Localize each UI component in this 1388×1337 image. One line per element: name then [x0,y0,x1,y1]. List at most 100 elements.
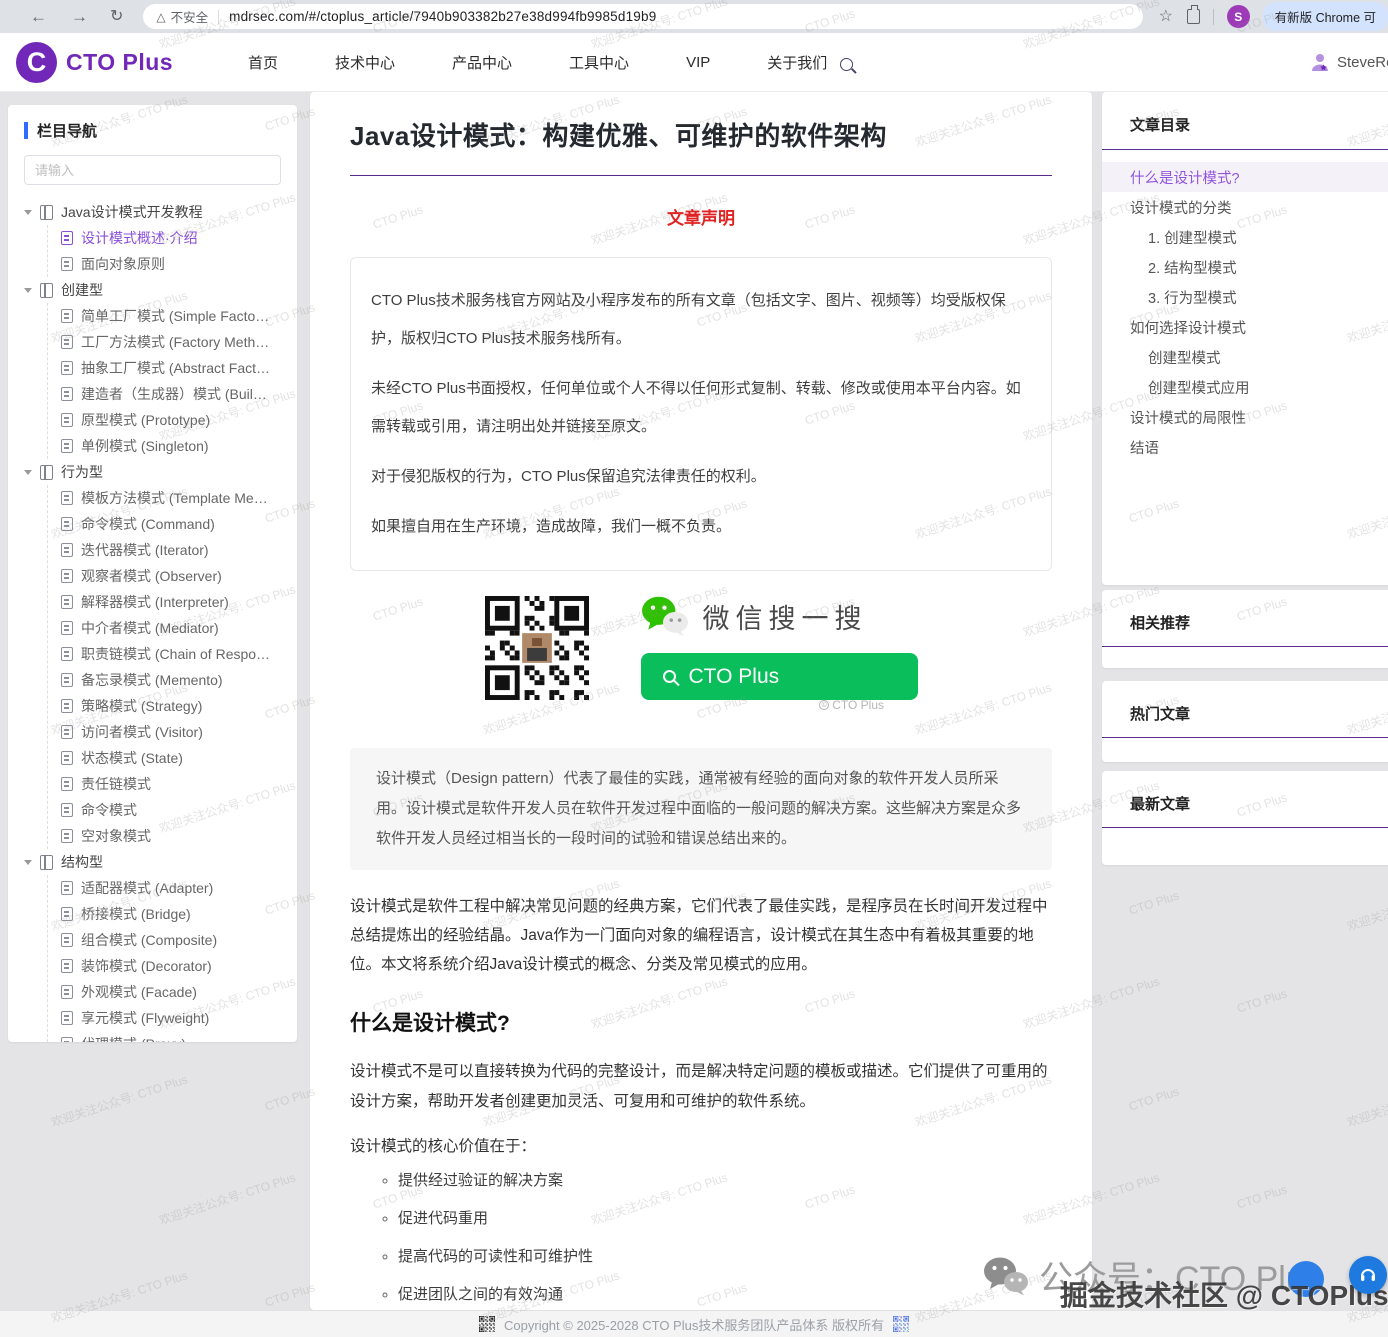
bookmark-star-icon[interactable]: ☆ [1159,9,1173,25]
reload-icon[interactable]: ↻ [110,9,123,25]
watermark-text: CTO Plus [263,1084,317,1113]
declaration-paragraph: 如果擅自用在生产环境，造成故障，我们一概不负责。 [371,508,1031,546]
tree-item[interactable]: 空对象模式 [61,823,289,849]
headset-icon [1358,1265,1378,1285]
divider [218,10,219,24]
tree-item[interactable]: 状态模式 (State) [61,745,289,771]
tree-item[interactable]: 责任链模式 [61,771,289,797]
tree-item[interactable]: 设计模式概述·介绍 [61,225,289,251]
document-icon [61,907,73,921]
toc-item[interactable]: 创建型模式应用 [1102,372,1388,402]
document-icon [61,595,73,609]
tree-item[interactable]: 职责链模式 (Chain of Respo… [61,641,289,667]
nav-item-关于我们[interactable]: 关于我们 [767,52,827,73]
tree-category[interactable]: 结构型 [20,849,289,875]
tree-item[interactable]: 中介者模式 (Mediator) [61,615,289,641]
nav-item-首页[interactable]: 首页 [248,52,278,73]
tree-item[interactable]: 观察者模式 (Observer) [61,563,289,589]
tree-item-label: 命令模式 (Command) [81,514,215,534]
document-icon [61,933,73,947]
tree-item[interactable]: 模板方法模式 (Template Me… [61,485,289,511]
site-logo[interactable]: C CTO Plus [16,42,173,83]
tree-category[interactable]: Java设计模式开发教程 [20,199,289,225]
support-button[interactable] [1349,1256,1387,1294]
tree-category[interactable]: 行为型 [20,459,289,485]
toc-item[interactable]: 3. 行为型模式 [1102,282,1388,312]
main-nav: 首页 技术中心 产品中心 工具中心 VIP 关于我们 [248,33,827,91]
tree-item[interactable]: 工厂方法模式 (Factory Meth… [61,329,289,355]
tree-item-label: 单例模式 (Singleton) [81,436,209,456]
toc-item[interactable]: 1. 创建型模式 [1102,222,1388,252]
tree-item-label: 原型模式 (Prototype) [81,410,210,430]
tree-item[interactable]: 访问者模式 (Visitor) [61,719,289,745]
tree-item[interactable]: 迭代器模式 (Iterator) [61,537,289,563]
nav-item-VIP[interactable]: VIP [686,54,710,71]
tree-item[interactable]: 抽象工厂模式 (Abstract Fact… [61,355,289,381]
tree-item[interactable]: 外观模式 (Facade) [61,979,289,1005]
side-card-title: 最新文章 [1102,793,1388,814]
nav-item-产品中心[interactable]: 产品中心 [452,52,512,73]
tree-item[interactable]: 桥接模式 (Bridge) [61,901,289,927]
watermark-text: 欢迎关注公众号: CTO Plus [49,1070,190,1130]
tree-item-label: 简单工厂模式 (Simple Facto… [81,306,269,326]
tree-item[interactable]: 面向对象原则 [61,251,289,277]
tree-item[interactable]: 组合模式 (Composite) [61,927,289,953]
tree-item[interactable]: 简单工厂模式 (Simple Facto… [61,303,289,329]
tree-item[interactable]: 代理模式 (Proxy) [61,1031,289,1042]
document-icon [61,1011,73,1025]
tree-category[interactable]: 创建型 [20,277,289,303]
tree-item[interactable]: 原型模式 (Prototype) [61,407,289,433]
core-value-item: 提高代码的可读性和可维护性 [398,1244,1052,1270]
document-icon [61,725,73,739]
toc-item[interactable]: 结语 [1102,432,1388,462]
forward-icon[interactable]: → [71,8,88,25]
footer-qr-icon [479,1316,495,1332]
tree-item[interactable]: 享元模式 (Flyweight) [61,1005,289,1031]
nav-item-技术中心[interactable]: 技术中心 [335,52,395,73]
tree-item[interactable]: 建造者（生成器）模式 (Buil… [61,381,289,407]
search-icon[interactable] [840,58,853,71]
tree-item[interactable]: 命令模式 (Command) [61,511,289,537]
tree-item-label: 外观模式 (Facade) [81,982,197,1002]
tree-category-label: 结构型 [61,852,103,872]
tree-item[interactable]: 解释器模式 (Interpreter) [61,589,289,615]
toc-item[interactable]: 设计模式的局限性 [1102,402,1388,432]
tree-item[interactable]: 备忘录模式 (Memento) [61,667,289,693]
tree-item[interactable]: 命令模式 [61,797,289,823]
sidebar-search-input[interactable] [24,155,281,185]
side-card-热门文章: 热门文章 [1102,681,1388,762]
chevron-down-icon [24,210,32,215]
site-header: C CTO Plus 首页 技术中心 产品中心 工具中心 VIP 关于我们 SteveRo… [0,33,1388,92]
user-menu[interactable]: SteveRoc [1309,33,1388,91]
watermark-text: CTO Plus [263,1280,317,1309]
toc-item[interactable]: 2. 结构型模式 [1102,252,1388,282]
nav-item-工具中心[interactable]: 工具中心 [569,52,629,73]
toc-item[interactable]: 创建型模式 [1102,342,1388,372]
chevron-down-icon [24,860,32,865]
tree-item[interactable]: 策略模式 (Strategy) [61,693,289,719]
declaration-paragraph: CTO Plus技术服务栈官方网站及小程序发布的所有文章（包括文字、图片、视频等… [371,282,1031,358]
toc-item[interactable]: 如何选择设计模式 [1102,312,1388,342]
wechat-search-button[interactable]: CTO Plus [641,653,918,700]
side-card-title: 热门文章 [1102,703,1388,724]
watermark-text: 欢迎关注公众号: CTO Plus [157,1168,298,1228]
tree-item-label: 代理模式 (Proxy) [81,1034,186,1042]
tree-item-label: 设计模式概述·介绍 [81,228,198,248]
back-icon[interactable]: ← [30,8,47,25]
extensions-icon[interactable] [1187,9,1200,24]
browser-profile-avatar[interactable]: S [1227,5,1250,28]
tree-category-label: 行为型 [61,462,103,482]
toc-item[interactable]: 什么是设计模式? [1102,162,1388,192]
tree-item[interactable]: 单例模式 (Singleton) [61,433,289,459]
user-icon [1309,51,1331,73]
qr-code-image [485,596,589,700]
chrome-update-chip[interactable]: 有新版 Chrome 可 [1263,2,1388,31]
book-icon [40,283,53,298]
tree-item[interactable]: 装饰模式 (Decorator) [61,953,289,979]
address-bar[interactable]: △ 不安全 mdrsec.com/#/ctoplus_article/7940b… [143,4,1142,29]
tree-children: 设计模式概述·介绍面向对象原则 [47,225,289,277]
toc-item[interactable]: 设计模式的分类 [1102,192,1388,222]
tree-item[interactable]: 适配器模式 (Adapter) [61,875,289,901]
tree-item-label: 工厂方法模式 (Factory Meth… [81,332,269,352]
document-icon [61,543,73,557]
